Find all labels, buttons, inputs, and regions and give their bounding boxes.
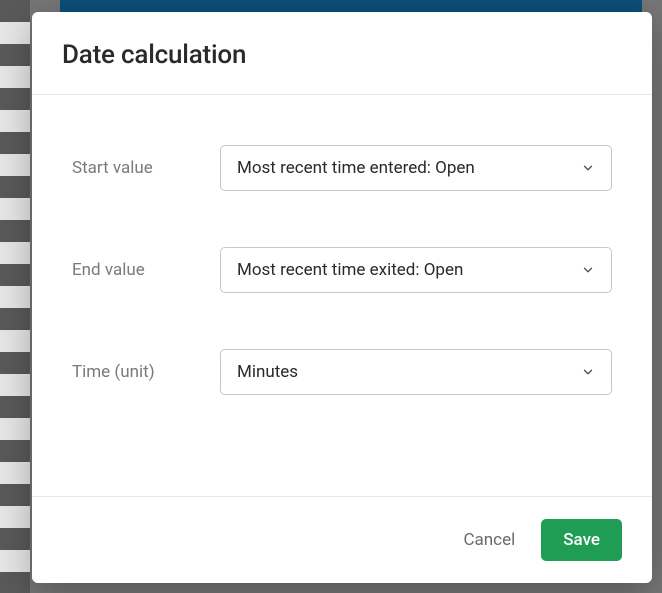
end-value-select[interactable]: Most recent time exited: Open — [220, 247, 612, 293]
time-unit-select[interactable]: Minutes — [220, 349, 612, 395]
end-value-selected: Most recent time exited: Open — [237, 260, 463, 280]
chevron-down-icon — [581, 161, 595, 175]
start-value-select-wrapper: Most recent time entered: Open — [220, 145, 612, 191]
modal-footer: Cancel Save — [32, 496, 652, 583]
modal-title: Date calculation — [62, 40, 622, 70]
time-unit-selected: Minutes — [237, 362, 298, 382]
save-button[interactable]: Save — [541, 519, 622, 561]
chevron-down-icon — [581, 263, 595, 277]
end-value-row: End value Most recent time exited: Open — [72, 247, 612, 293]
time-unit-select-wrapper: Minutes — [220, 349, 612, 395]
start-value-selected: Most recent time entered: Open — [237, 158, 475, 178]
start-value-label: Start value — [72, 158, 220, 178]
date-calculation-modal: Date calculation Start value Most recent… — [32, 12, 652, 583]
cancel-button[interactable]: Cancel — [459, 522, 519, 558]
time-unit-label: Time (unit) — [72, 362, 220, 382]
modal-body: Start value Most recent time entered: Op… — [32, 95, 652, 496]
end-value-label: End value — [72, 260, 220, 280]
backdrop-stripes — [0, 0, 30, 593]
time-unit-row: Time (unit) Minutes — [72, 349, 612, 395]
end-value-select-wrapper: Most recent time exited: Open — [220, 247, 612, 293]
chevron-down-icon — [581, 365, 595, 379]
start-value-row: Start value Most recent time entered: Op… — [72, 145, 612, 191]
start-value-select[interactable]: Most recent time entered: Open — [220, 145, 612, 191]
modal-header: Date calculation — [32, 12, 652, 95]
